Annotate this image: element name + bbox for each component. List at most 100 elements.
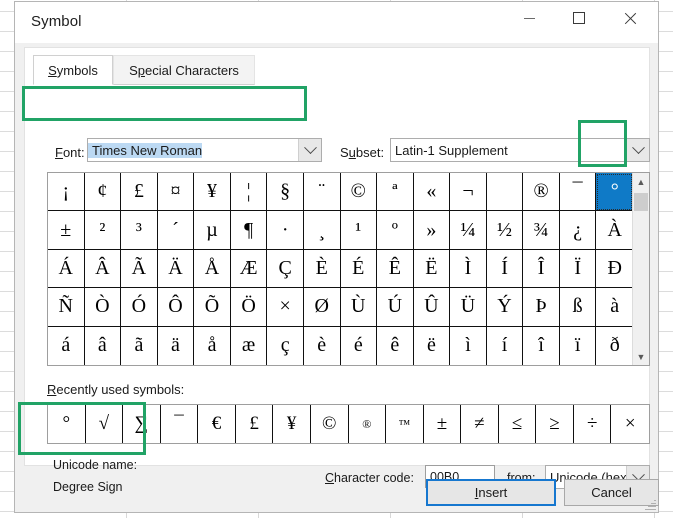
symbol-cell[interactable]: Ê [377, 249, 414, 289]
symbol-cell[interactable]: Ñ [48, 288, 85, 327]
symbol-cell[interactable]: à [596, 288, 633, 327]
symbol-cell[interactable]: Ï [559, 249, 597, 289]
resize-grip[interactable] [644, 498, 656, 510]
recent-symbol-cell[interactable]: ® [349, 405, 387, 443]
symbol-cell[interactable]: ï [560, 326, 597, 365]
symbol-cell[interactable]: å [194, 326, 231, 365]
symbol-cell[interactable]: Â [84, 249, 122, 289]
symbol-cell[interactable]: ¡ [48, 173, 85, 212]
symbol-cell[interactable]: Ë [413, 249, 451, 289]
symbol-cell[interactable]: è [304, 326, 341, 365]
symbol-cell[interactable]: Û [413, 288, 451, 327]
symbol-cell[interactable]: ¿ [559, 211, 597, 250]
symbol-cell[interactable]: ë [414, 326, 451, 365]
symbol-cell[interactable]: ¤ [157, 173, 195, 212]
symbol-cell[interactable]: ã [121, 326, 158, 365]
symbol-cell[interactable]: Ö [230, 288, 268, 327]
symbol-cell[interactable]: Ó [121, 288, 158, 327]
symbol-cell[interactable]: Ô [157, 288, 195, 327]
recent-symbol-cell[interactable]: √ [86, 405, 124, 443]
symbol-cell[interactable]: ç [267, 326, 304, 365]
symbol-grid[interactable]: ¡¢£¤¥¦§¨©ª«¬­®¯° ±²³´µ¶·¸¹º»¼½¾¿À ÁÂÃÄÅÆÇÈ… [48, 173, 633, 365]
symbol-cell[interactable]: ¯ [559, 173, 597, 212]
symbol-cell[interactable]: È [303, 249, 341, 289]
recent-symbol-cell[interactable]: € [198, 405, 236, 443]
recent-symbol-cell[interactable]: ™ [386, 405, 424, 443]
symbol-cell[interactable]: î [523, 326, 560, 365]
subset-dropdown-arrow[interactable] [626, 139, 649, 161]
symbol-cell[interactable]: ¨ [303, 173, 341, 212]
symbol-cell[interactable]: ´ [157, 211, 195, 250]
symbol-cell[interactable]: Ý [486, 288, 524, 327]
symbol-cell[interactable]: Ü [450, 288, 487, 327]
symbol-cell[interactable]: © [340, 173, 378, 212]
symbol-cell[interactable]: ­ [486, 173, 524, 212]
symbol-cell[interactable]: Õ [194, 288, 231, 327]
symbol-cell[interactable]: º [377, 211, 414, 250]
scroll-down-button[interactable]: ▼ [633, 348, 649, 365]
symbol-cell[interactable]: ¢ [84, 173, 122, 212]
recent-symbols-grid[interactable]: ° √ ∑ ¯ € £ ¥ © ® ™ ± ≠ ≤ ≥ ÷ × [48, 405, 649, 443]
symbol-cell[interactable]: × [267, 288, 304, 327]
symbol-cell[interactable]: Ç [267, 249, 304, 289]
symbol-cell[interactable]: ¶ [230, 211, 268, 250]
minimize-button[interactable] [507, 2, 552, 34]
symbol-cell[interactable]: ì [450, 326, 487, 365]
symbol-grid-scrollbar[interactable]: ▲ ▼ [632, 173, 649, 365]
symbol-cell[interactable]: ¹ [340, 211, 378, 250]
scrollbar-thumb[interactable] [634, 193, 648, 211]
symbol-cell[interactable]: ± [48, 211, 85, 250]
symbol-cell[interactable]: Î [523, 249, 560, 289]
symbol-cell[interactable]: â [85, 326, 122, 365]
symbol-cell[interactable]: ê [377, 326, 414, 365]
symbol-cell[interactable]: · [267, 211, 304, 250]
symbol-cell[interactable]: § [267, 173, 304, 212]
recent-symbol-cell[interactable]: × [611, 405, 649, 443]
recent-symbol-cell[interactable]: ° [48, 405, 86, 443]
symbol-cell[interactable]: Í [486, 249, 524, 289]
symbol-cell[interactable]: £ [121, 173, 158, 212]
recent-symbol-cell[interactable]: ¯ [161, 405, 199, 443]
symbol-cell[interactable]: Å [194, 249, 231, 289]
subset-combobox[interactable]: Latin-1 Supplement [390, 138, 650, 162]
symbol-cell[interactable]: Þ [523, 288, 560, 327]
symbol-cell[interactable]: ² [84, 211, 122, 250]
symbol-cell[interactable]: ³ [121, 211, 158, 250]
symbol-cell[interactable]: Ä [157, 249, 195, 289]
symbol-cell[interactable]: » [413, 211, 451, 250]
symbol-cell[interactable]: í [487, 326, 524, 365]
symbol-cell[interactable]: Ð [596, 250, 633, 289]
insert-button[interactable]: Insert [426, 479, 556, 506]
symbol-cell[interactable]: ® [523, 173, 560, 212]
recent-symbol-cell[interactable]: ≥ [536, 405, 574, 443]
symbol-cell[interactable]: ½ [486, 211, 524, 250]
maximize-button[interactable] [556, 2, 601, 34]
symbol-cell[interactable]: ª [377, 173, 414, 212]
symbol-cell[interactable]: Ã [121, 249, 158, 289]
recent-symbol-cell[interactable]: ¥ [273, 405, 311, 443]
recent-symbol-cell[interactable]: ≠ [461, 405, 499, 443]
symbol-cell[interactable]: Á [48, 249, 85, 289]
recent-symbol-cell[interactable]: ≤ [499, 405, 537, 443]
close-button[interactable] [607, 2, 652, 34]
symbol-cell[interactable]: Ú [377, 288, 414, 327]
symbol-cell[interactable]: ¸ [303, 211, 341, 250]
font-combobox[interactable]: Times New Roman [87, 138, 322, 162]
recent-symbol-cell[interactable]: £ [236, 405, 274, 443]
recent-symbol-cell[interactable]: ÷ [574, 405, 612, 443]
symbol-cell[interactable]: Ò [84, 288, 122, 327]
symbol-cell[interactable]: ¥ [194, 173, 231, 212]
symbol-cell[interactable]: « [413, 173, 451, 212]
symbol-cell[interactable]: µ [194, 211, 231, 250]
tab-special-characters[interactable]: Special Characters [113, 55, 255, 85]
symbol-cell[interactable]: É [340, 249, 378, 289]
tab-symbols[interactable]: Symbols [33, 55, 113, 85]
font-dropdown-arrow[interactable] [298, 139, 321, 161]
symbol-cell[interactable]: À [596, 211, 633, 250]
scroll-up-button[interactable]: ▲ [633, 173, 649, 190]
recent-symbol-cell[interactable]: ∑ [123, 405, 161, 443]
symbol-cell[interactable]: ¦ [230, 173, 268, 212]
symbol-cell[interactable]: ð [596, 327, 633, 365]
symbol-cell[interactable]: ¾ [523, 211, 560, 250]
symbol-cell[interactable]: Ù [340, 288, 378, 327]
